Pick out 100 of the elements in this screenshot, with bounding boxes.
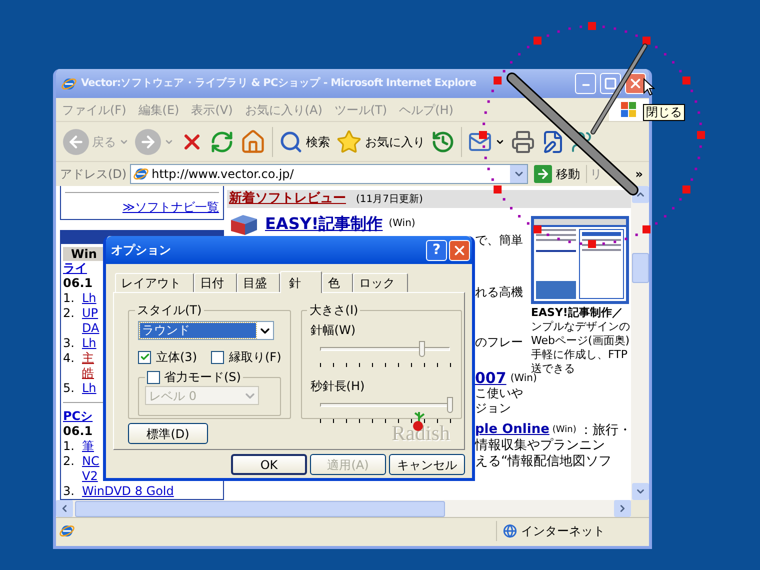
date-text: 06.1 <box>63 424 93 439</box>
review-text: ジョン <box>475 401 511 416</box>
slider-label: 秒針長(H) <box>310 378 366 395</box>
tab[interactable]: レイアウト <box>115 273 194 292</box>
scroll-left-button[interactable] <box>56 500 73 517</box>
vertical-scrollbar[interactable] <box>631 186 649 500</box>
zone-label: インターネット <box>521 522 605 540</box>
scroll-right-button[interactable] <box>614 500 631 517</box>
group-label: スタイル(T) <box>136 302 203 319</box>
software-navi-link[interactable]: ≫ソフトナビ一覧 <box>122 198 219 216</box>
feature-text: ンプルなデザインの <box>531 320 629 334</box>
maximize-button[interactable] <box>600 73 621 94</box>
section-title-link[interactable]: ライ <box>63 261 87 275</box>
checkbox-label: 省力モード(S) <box>164 369 241 386</box>
platform-tag: (Win) <box>388 216 416 231</box>
scroll-down-button[interactable] <box>632 483 648 500</box>
tab[interactable]: 針 <box>280 271 322 293</box>
address-field[interactable]: http://www.vector.co.jp/ <box>130 164 528 184</box>
maximize-icon <box>604 77 617 90</box>
search-button[interactable]: 検索 <box>276 124 333 158</box>
ranking-link[interactable]: NC <box>82 454 100 469</box>
search-icon <box>279 130 303 154</box>
ranking-link[interactable]: Lh <box>82 381 96 396</box>
dialog-button[interactable]: キャンセル <box>389 454 465 475</box>
review-title-link[interactable]: 007 <box>475 370 506 386</box>
list-number: 4. <box>63 351 76 367</box>
review-text: こ使いや <box>475 386 523 401</box>
review-title-link[interactable]: ple Online <box>475 422 550 438</box>
close-icon <box>628 76 643 91</box>
list-number: 1. <box>63 291 76 306</box>
scroll-thumb[interactable] <box>632 253 648 283</box>
scroll-thumb[interactable] <box>75 500 445 516</box>
help-button[interactable]: ? <box>426 240 447 260</box>
review-text: 情報収集やプランニン <box>475 438 605 454</box>
cube-icon <box>229 212 259 234</box>
section-heading: 新着ソフトレビュー <box>229 190 346 208</box>
more-chevron[interactable]: » <box>635 165 645 183</box>
list-number: 1. <box>63 439 76 454</box>
ranking-link[interactable]: 皓 <box>82 366 94 381</box>
history-icon <box>431 130 455 154</box>
date-text: 06.1 <box>63 276 93 291</box>
ranking-link[interactable]: 主 <box>82 351 94 366</box>
review-text: のフレー <box>475 335 523 350</box>
dialog-button[interactable]: OK <box>231 454 307 475</box>
update-date: (11月7日更新) <box>356 192 423 206</box>
tooltip: 閉じる <box>643 104 685 121</box>
star-icon <box>336 128 362 154</box>
address-label: アドレス(D) <box>60 166 127 183</box>
ranking-link[interactable]: Lh <box>82 336 96 351</box>
window-title: Vector:ソフトウェア・ライブラリ & PCショップ - Microsoft Internet Explore <box>81 76 478 91</box>
list-number: 5. <box>63 381 76 396</box>
feature-text: Webページ(画面奥) <box>531 334 629 348</box>
home-icon <box>240 128 266 154</box>
platform-tag: (Win) <box>552 422 576 438</box>
globe-icon <box>503 524 517 538</box>
checkbox-label: 立体(3) <box>156 349 197 366</box>
slider-thumb[interactable] <box>447 397 454 413</box>
tab[interactable]: 日付 <box>194 273 237 292</box>
review-text: で、簡単 <box>475 233 523 248</box>
tab[interactable]: ロック <box>353 273 408 292</box>
review-text: ：旅行・ <box>579 422 631 438</box>
feature-title: EASY!記事制作／ <box>531 306 624 320</box>
feature-text: 送できる <box>531 362 576 375</box>
page-icon <box>59 522 75 538</box>
list-number: 2. <box>63 306 76 322</box>
style-select[interactable]: ラウンド <box>138 321 274 340</box>
horizontal-scrollbar[interactable] <box>56 500 631 517</box>
slider-label: 針幅(W) <box>310 322 356 339</box>
ranking-link[interactable]: 筆 <box>82 439 94 454</box>
ranking-link[interactable]: Lh <box>82 291 96 306</box>
ranking-link[interactable]: DA <box>82 321 100 336</box>
checkbox[interactable] <box>138 350 151 364</box>
tab[interactable]: 目盛 <box>237 273 280 292</box>
section-title-link[interactable]: PCシ <box>63 409 93 423</box>
refresh-icon <box>210 130 234 154</box>
review-text: れる高機 <box>475 285 523 300</box>
page-icon <box>132 166 149 182</box>
printer-icon <box>511 130 535 154</box>
favorites-button[interactable]: お気に入り <box>333 124 428 158</box>
browser-logo-icon <box>61 76 77 92</box>
list-number: 3. <box>63 336 76 351</box>
review-text: える“情報配信地図ソフ <box>475 454 612 470</box>
go-button[interactable]: 移動 <box>531 165 584 183</box>
slider-thumb[interactable] <box>418 341 425 357</box>
dropdown-button[interactable] <box>510 165 528 183</box>
address-value: http://www.vector.co.jp/ <box>152 166 295 183</box>
check-icon <box>140 352 150 362</box>
tab[interactable]: 色 <box>322 273 353 292</box>
ranking-link[interactable]: UP <box>82 306 100 321</box>
document-pencil-icon <box>541 130 565 154</box>
list-number: 3. <box>63 484 76 499</box>
review-title-link[interactable]: EASY!記事制作 <box>265 212 383 236</box>
reset-button[interactable]: 標準(D) <box>128 423 208 444</box>
checkbox-label: 縁取り(F) <box>229 349 282 366</box>
checkbox[interactable] <box>211 350 224 364</box>
cursor-icon <box>643 78 655 97</box>
ranking-link[interactable]: V2 <box>82 469 100 484</box>
list-number: 2. <box>63 454 76 470</box>
ranking-link[interactable]: WinDVD 8 Gold <box>82 484 174 499</box>
feature-text: 手軽に作成し、FTP <box>531 348 628 362</box>
